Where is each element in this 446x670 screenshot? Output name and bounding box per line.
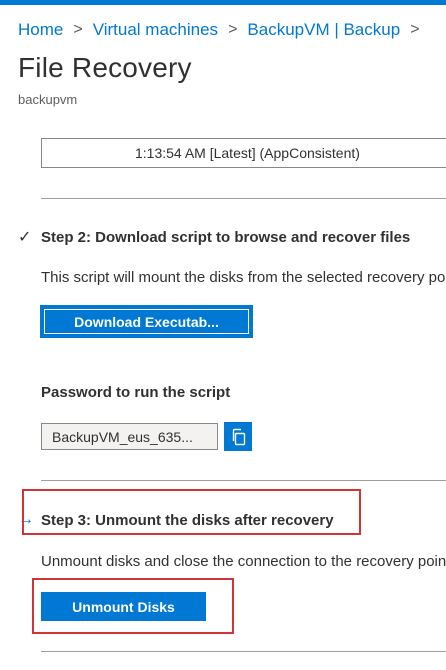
password-value: BackupVM_eus_635...: [52, 428, 193, 445]
step3-title: Step 3: Unmount the disks after recovery: [41, 511, 334, 529]
step2-header: ✓ Step 2: Download script to browse and …: [18, 227, 410, 247]
breadcrumb-separator-icon: >: [73, 21, 83, 38]
breadcrumb-virtual-machines[interactable]: Virtual machines: [93, 20, 218, 40]
password-label: Password to run the script: [41, 384, 231, 401]
page-title: File Recovery: [18, 52, 192, 83]
page-subtitle: backupvm: [18, 92, 78, 107]
breadcrumb: Home > Virtual machines > BackupVM | Bac…: [18, 20, 430, 40]
breadcrumb-separator-icon: >: [410, 21, 420, 38]
step3-description: Unmount disks and close the connection t…: [41, 553, 446, 570]
step3-header: → Step 3: Unmount the disks after recove…: [18, 511, 334, 529]
section-divider: [41, 480, 446, 481]
top-accent-bar: [0, 0, 446, 5]
unmount-disks-label: Unmount Disks: [72, 598, 175, 615]
unmount-disks-button[interactable]: Unmount Disks: [41, 592, 206, 621]
breadcrumb-backupvm-backup[interactable]: BackupVM | Backup: [247, 20, 400, 40]
checkmark-icon: ✓: [18, 229, 32, 246]
section-divider: [41, 651, 446, 652]
download-executable-button[interactable]: Download Executab...: [42, 307, 251, 336]
step2-title: Step 2: Download script to browse and re…: [41, 228, 411, 246]
copy-password-button[interactable]: [224, 422, 252, 451]
section-divider: [41, 198, 446, 199]
recovery-point-selector[interactable]: 1:13:54 AM [Latest] (AppConsistent): [41, 138, 446, 168]
recovery-point-value: 1:13:54 AM [Latest] (AppConsistent): [135, 145, 360, 161]
arrow-right-icon: →: [18, 511, 34, 528]
download-executable-label: Download Executab...: [74, 313, 219, 330]
copy-icon: [230, 428, 246, 446]
password-field[interactable]: BackupVM_eus_635...: [41, 423, 218, 450]
step2-description: This script will mount the disks from th…: [41, 269, 446, 286]
breadcrumb-separator-icon: >: [228, 21, 238, 38]
breadcrumb-home[interactable]: Home: [18, 20, 63, 40]
